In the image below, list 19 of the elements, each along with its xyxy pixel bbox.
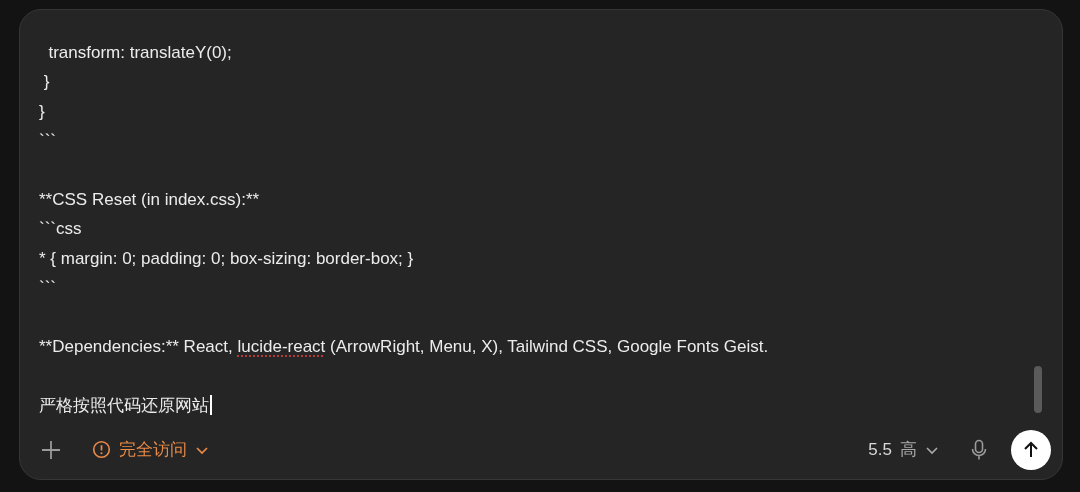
text-line: ```	[39, 130, 57, 153]
text-line: transform: translateY(0);	[47, 42, 233, 64]
text-line: * { margin: 0; padding: 0; box-sizing: border-box; }	[39, 247, 415, 270]
text-line: }	[39, 100, 46, 123]
microphone-icon[interactable]	[969, 438, 989, 461]
text-line: ```	[39, 277, 57, 300]
text-line: **Dependencies:** React, lucide-react (ArrowRight, Menu, X), Tailwind CSS, Google Fonts Geist.	[39, 335, 770, 358]
text-line: 严格按照代码还原网站	[39, 390, 1022, 421]
send-button[interactable]	[1011, 429, 1051, 470]
access-dropdown[interactable]: 完全访问	[92, 438, 209, 462]
model-dropdown[interactable]: 5.5 高	[868, 438, 939, 462]
chevron-down-icon	[195, 444, 209, 455]
text-line: ```css	[39, 218, 83, 241]
warning-icon	[92, 440, 111, 460]
text-line: }	[42, 71, 51, 94]
chevron-down-icon	[925, 444, 939, 455]
text-line: **CSS Reset (in index.css):**	[39, 188, 261, 211]
plus-icon[interactable]	[40, 438, 62, 461]
scrollbar-thumb[interactable]	[1034, 366, 1042, 413]
